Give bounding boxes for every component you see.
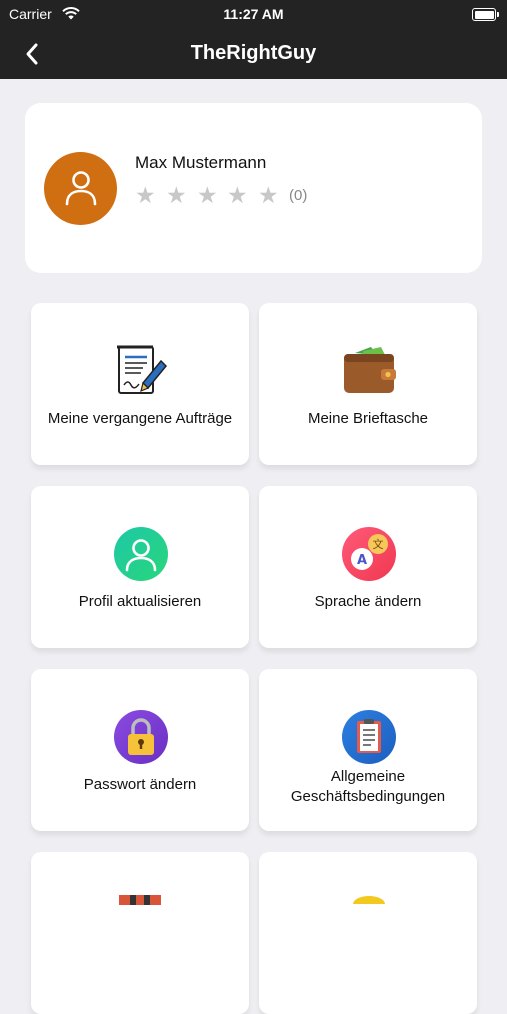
tile-label: Meine vergangene Aufträge: [47, 410, 233, 427]
contract-icon: [117, 345, 168, 394]
star-icon: ★: [227, 182, 248, 208]
menu-tile-partial[interactable]: [259, 852, 477, 1014]
menu-tile-partial[interactable]: [31, 852, 249, 1014]
star-icon: ★: [166, 182, 187, 208]
tile-label: Meine Brieftasche: [307, 410, 429, 427]
profile-card: Max Mustermann ★ ★ ★ ★ ★ (0): [25, 103, 482, 273]
tile-label: Passwort ändern: [83, 776, 197, 793]
star-icon: ★: [258, 182, 279, 208]
translate-icon: 文 A: [342, 527, 396, 581]
tile-label: Sprache ändern: [314, 593, 422, 610]
tile-label: Profil aktualisieren: [78, 593, 202, 610]
user-icon: [65, 171, 97, 206]
user-icon: [114, 527, 168, 581]
menu-tile-change-password[interactable]: Passwort ändern: [31, 669, 249, 831]
clock: 11:27 AM: [223, 6, 284, 22]
svg-text:A: A: [357, 553, 367, 568]
page-title: TheRightGuy: [190, 42, 317, 64]
status-bar: Carrier 11:27 AM: [0, 0, 507, 30]
battery-icon: [472, 8, 499, 21]
svg-text:文: 文: [373, 537, 384, 551]
clipboard-icon: [342, 710, 396, 764]
profile-name: Max Mustermann: [135, 153, 267, 172]
rating-count: (0): [289, 187, 308, 204]
menu-tile-wallet[interactable]: Meine Brieftasche: [259, 303, 477, 465]
menu-tile-terms[interactable]: Allgemeine Geschäftsbedingungen: [259, 669, 477, 831]
tile-label: Allgemeine Geschäftsbedingungen: [290, 768, 446, 805]
navigation-bar: TheRightGuy: [0, 30, 507, 79]
tile-icon: [353, 896, 385, 904]
menu-tile-language[interactable]: 文 A Sprache ändern: [259, 486, 477, 648]
menu-tile-past-orders[interactable]: Meine vergangene Aufträge: [31, 303, 249, 465]
star-icon: ★: [135, 182, 156, 208]
tile-icon: [119, 895, 161, 905]
lock-icon: [114, 710, 168, 764]
star-icon: ★: [197, 182, 218, 208]
wallet-icon: [344, 347, 396, 393]
avatar: [44, 152, 117, 225]
menu-tile-update-profile[interactable]: Profil aktualisieren: [31, 486, 249, 648]
